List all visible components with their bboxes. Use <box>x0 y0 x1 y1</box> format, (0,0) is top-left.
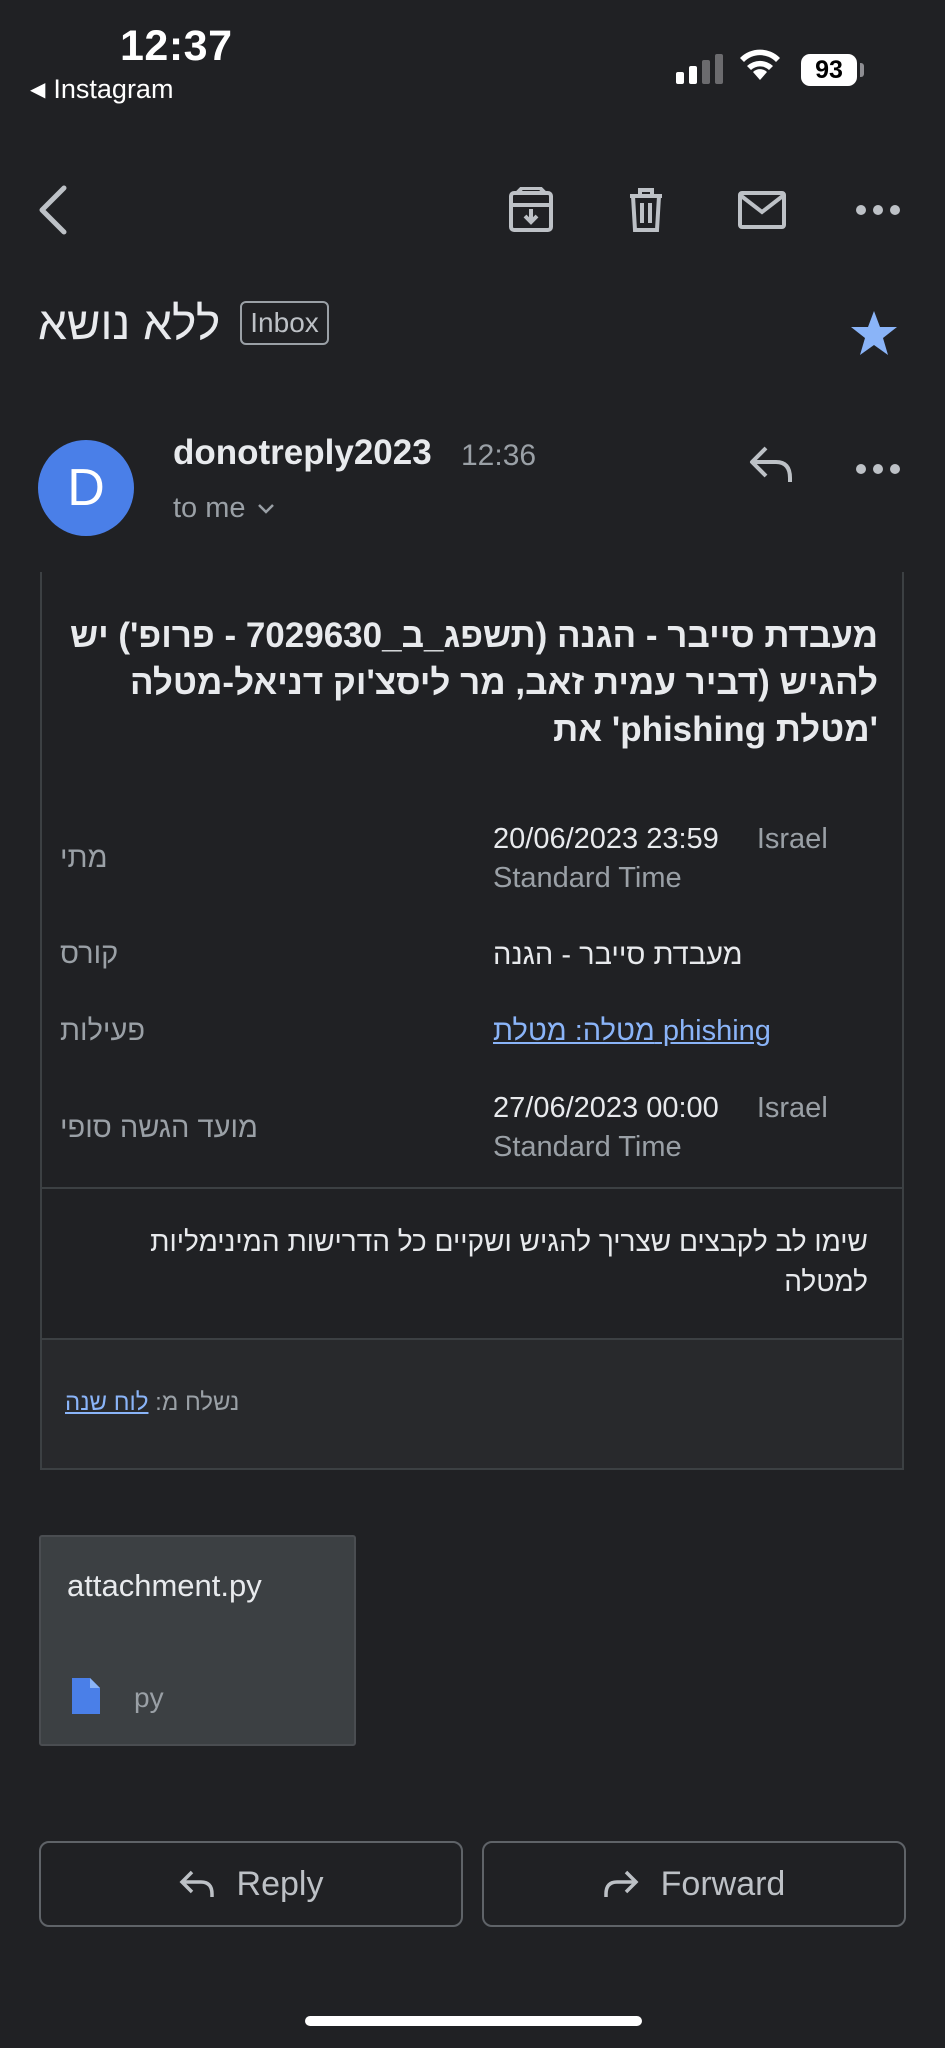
trash-icon[interactable] <box>616 180 676 240</box>
sent-from: נשלח מ: לוח שנה <box>65 1389 239 1417</box>
more-options-icon[interactable] <box>848 180 908 240</box>
deadline-value: 27/06/2023 00:00 Israel Standard Time <box>493 1089 873 1167</box>
reply-label: Reply <box>236 1864 324 1903</box>
when-value: 20/06/2023 23:59 Israel Standard Time <box>493 820 873 898</box>
mail-icon[interactable] <box>732 180 792 240</box>
deadline-tz: Israel <box>756 1092 828 1124</box>
when-tz: Israel <box>756 823 828 855</box>
deadline-tz-line2: Standard Time <box>493 1131 682 1163</box>
when-datetime: 20/06/2023 23:59 <box>493 823 719 855</box>
battery-icon: 93 <box>801 54 857 86</box>
reply-arrow-icon <box>179 1870 214 1897</box>
back-icon[interactable] <box>24 180 84 240</box>
attachment-type: py <box>134 1682 164 1713</box>
reply-icon[interactable] <box>748 444 794 489</box>
sender-name[interactable]: donotreply2023 <box>173 433 432 473</box>
calendar-link[interactable]: לוח שנה <box>65 1389 148 1416</box>
deadline-label: מועד הגשה סופי <box>60 1112 258 1144</box>
divider <box>42 1187 902 1189</box>
wifi-icon <box>738 46 782 87</box>
cellular-signal-icon <box>676 54 723 84</box>
star-icon[interactable] <box>850 310 898 361</box>
message-more-icon[interactable] <box>856 461 900 479</box>
recipient-label: to me <box>173 492 246 524</box>
back-to-app-link[interactable]: ◀ Instagram <box>30 74 173 105</box>
when-tz-line2: Standard Time <box>493 862 682 894</box>
chevron-down-icon <box>257 503 274 514</box>
file-icon <box>72 1678 100 1719</box>
sent-from-label: נשלח מ: <box>155 1389 240 1416</box>
reply-button[interactable]: Reply <box>39 1841 463 1927</box>
deadline-datetime: 27/06/2023 00:00 <box>493 1092 719 1124</box>
email-subject: ללא נושא <box>38 297 221 349</box>
sender-avatar[interactable]: D <box>38 440 134 536</box>
back-app-label: Instagram <box>53 74 174 104</box>
attachment-name: attachment.py <box>67 1568 262 1603</box>
battery-nub <box>860 63 864 77</box>
forward-label: Forward <box>660 1864 786 1903</box>
home-indicator[interactable] <box>305 2016 642 2026</box>
subject-line: ללא נושא Inbox <box>38 296 329 350</box>
recipient-details-toggle[interactable]: to me <box>173 492 274 525</box>
forward-button[interactable]: Forward <box>482 1841 906 1927</box>
archive-icon[interactable] <box>501 180 561 240</box>
when-label: מתי <box>60 842 108 874</box>
activity-label: פעילות <box>60 1015 146 1047</box>
message-title: מעבדת סייבר - הגנה (תשפג_ב_7029630 - פרו… <box>69 616 878 749</box>
back-triangle-icon: ◀ <box>30 79 46 101</box>
activity-link[interactable]: מטלה: מטלת phishing <box>493 1015 771 1047</box>
sent-time: 12:36 <box>461 439 537 472</box>
message-note: שימו לב לקבצים שצריך להגיש ושקיים כל הדר… <box>150 1226 868 1297</box>
course-label: קורס <box>60 938 119 970</box>
course-value: מעבדת סייבר - הגנה <box>493 939 743 971</box>
activity-link-wrap: מטלה: מטלת phishing <box>493 1012 873 1051</box>
status-time: 12:37 <box>120 22 233 70</box>
forward-arrow-icon <box>603 1870 639 1897</box>
label-badge[interactable]: Inbox <box>240 301 329 345</box>
